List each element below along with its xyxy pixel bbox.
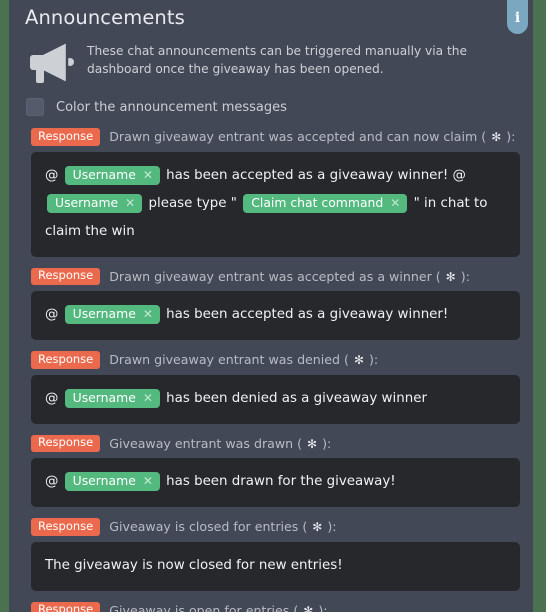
asterisk-icon: ✻	[303, 603, 314, 612]
response-block: Response Giveaway entrant was drawn ( ✻ )…	[9, 434, 533, 507]
message-editor[interactable]: @ Username ✕ has been accepted as a givea…	[31, 151, 520, 257]
response-title: Giveaway is closed for entries ( ✻ ):	[109, 519, 336, 534]
response-title-suffix: ):	[502, 129, 516, 145]
response-header: Response Giveaway is open for entries ( ✻…	[22, 601, 520, 612]
announcements-panel: i Announcements These chat announcements…	[9, 0, 533, 612]
color-messages-checkbox-row[interactable]: Color the announcement messages	[26, 98, 287, 116]
response-title-text: Drawn giveaway entrant was denied (	[109, 352, 353, 368]
remove-tag-icon[interactable]: ✕	[143, 392, 153, 404]
remove-tag-icon[interactable]: ✕	[125, 197, 135, 209]
response-title-text: Giveaway entrant was drawn (	[109, 435, 307, 451]
asterisk-icon: ✻	[445, 269, 456, 284]
response-title: Drawn giveaway entrant was denied ( ✻ ):	[109, 352, 378, 367]
response-title-suffix: ):	[365, 352, 379, 368]
variable-tag[interactable]: Claim chat command ✕	[243, 193, 408, 213]
message-editor[interactable]: @ Username ✕ has been accepted as a givea…	[31, 291, 520, 340]
response-block: Response Drawn giveaway entrant was accep…	[9, 267, 533, 340]
message-text: please type "	[144, 195, 242, 211]
asterisk-icon: ✻	[353, 353, 365, 368]
response-badge: Response	[31, 601, 101, 612]
response-header: Response Drawn giveaway entrant was denie…	[22, 351, 520, 369]
response-block: Response Giveaway is closed for entries (…	[9, 518, 533, 591]
remove-tag-icon[interactable]: ✕	[390, 197, 400, 209]
variable-tag-label: Username	[72, 473, 136, 488]
message-text: has been denied as a giveaway winner	[161, 390, 427, 406]
message-text: @	[45, 307, 63, 322]
response-title: Giveaway is open for entries ( ✻ ):	[109, 603, 327, 612]
screen-root: i Announcements These chat announcements…	[0, 0, 546, 612]
asterisk-icon: ✻	[491, 130, 502, 145]
response-title-suffix: ):	[323, 519, 337, 535]
response-block: Response Drawn giveaway entrant was denie…	[9, 351, 533, 424]
response-header: Response Giveaway entrant was drawn ( ✻ )…	[22, 434, 520, 452]
color-messages-checkbox[interactable]	[26, 98, 44, 116]
response-title-text: Giveaway is open for entries (	[109, 602, 303, 612]
response-badge: Response	[31, 267, 101, 285]
response-title: Giveaway entrant was drawn ( ✻ ):	[109, 436, 331, 451]
response-header: Response Giveaway is closed for entries (…	[22, 518, 520, 536]
variable-tag[interactable]: Username ✕	[64, 165, 160, 185]
response-header: Response Drawn giveaway entrant was accep…	[22, 267, 520, 285]
variable-tag-label: Username	[55, 194, 119, 210]
response-block: Response Drawn giveaway entrant was accep…	[9, 128, 533, 257]
response-title: Drawn giveaway entrant was accepted and …	[109, 129, 515, 144]
message-text: @	[45, 167, 63, 183]
description-row: These chat announcements can be triggere…	[25, 38, 519, 86]
variable-tag[interactable]: Username ✕	[64, 472, 160, 492]
response-badge: Response	[31, 518, 101, 536]
response-title: Drawn giveaway entrant was accepted as a…	[109, 269, 470, 284]
variable-tag[interactable]: Username ✕	[64, 305, 160, 325]
response-title-text: Giveaway is closed for entries (	[109, 519, 312, 535]
message-editor[interactable]: @ Username ✕ has been denied as a giveawa…	[31, 374, 520, 424]
response-title-text: Drawn giveaway entrant was accepted and …	[109, 129, 491, 145]
message-text: has been accepted as a giveaway winner!	[161, 307, 449, 322]
response-title-suffix: ):	[314, 602, 328, 612]
variable-tag-label: Username	[72, 306, 136, 321]
message-text: @	[45, 474, 63, 489]
message-text: has been drawn for the giveaway!	[161, 474, 396, 489]
response-badge: Response	[31, 434, 101, 452]
info-glyph: i	[514, 10, 521, 26]
asterisk-icon: ✻	[307, 436, 318, 451]
response-title-text: Drawn giveaway entrant was accepted as a…	[109, 268, 445, 284]
message-editor[interactable]: @ Username ✕ has been drawn for the givea…	[31, 458, 520, 507]
variable-tag-label: Claim chat command	[251, 194, 384, 210]
remove-tag-icon[interactable]: ✕	[143, 308, 153, 320]
response-title-suffix: ):	[456, 268, 470, 284]
variable-tag[interactable]: Username ✕	[47, 193, 143, 213]
variable-tag-label: Username	[72, 166, 136, 182]
megaphone-icon	[25, 38, 81, 86]
response-block: Response Giveaway is open for entries ( ✻…	[9, 601, 533, 612]
response-title-suffix: ):	[318, 435, 332, 451]
response-badge: Response	[31, 351, 101, 369]
response-header: Response Drawn giveaway entrant was accep…	[22, 128, 520, 146]
variable-tag[interactable]: Username ✕	[64, 388, 160, 408]
remove-tag-icon[interactable]: ✕	[143, 169, 153, 181]
responses-list: Response Drawn giveaway entrant was accep…	[9, 128, 533, 612]
message-text: The giveaway is now closed for new entri…	[45, 557, 343, 573]
description-text: These chat announcements can be triggere…	[87, 44, 467, 77]
message-text: @	[45, 390, 63, 406]
remove-tag-icon[interactable]: ✕	[143, 475, 153, 487]
color-messages-label: Color the announcement messages	[56, 99, 287, 115]
asterisk-icon: ✻	[312, 520, 323, 535]
message-editor[interactable]: The giveaway is now closed for new entri…	[31, 541, 520, 591]
info-icon[interactable]: i	[507, 0, 528, 34]
response-badge: Response	[31, 128, 101, 146]
message-text: has been accepted as a giveaway winner! …	[161, 167, 466, 183]
variable-tag-label: Username	[72, 389, 136, 405]
page-title: Announcements	[25, 6, 185, 29]
